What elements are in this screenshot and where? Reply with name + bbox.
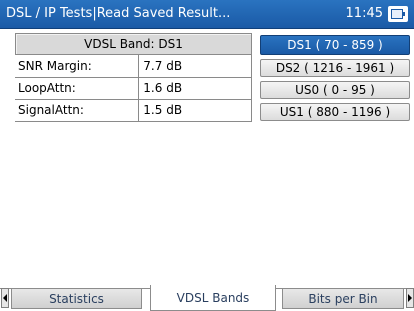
loop-attn-label: LoopAttn: (15, 77, 140, 100)
signal-attn-value: 1.5 dB (138, 99, 252, 122)
table-row: SignalAttn: 1.5 dB (15, 99, 252, 122)
battery-charging-icon (388, 6, 408, 22)
tab-statistics[interactable]: Statistics (11, 288, 142, 309)
band-button-us1[interactable]: US1 ( 880 - 1196 ) (260, 103, 410, 121)
clock: 11:45 (345, 6, 383, 21)
table-row: LoopAttn: 1.6 dB (15, 77, 252, 100)
scroll-right-icon[interactable] (406, 288, 414, 308)
loop-attn-value: 1.6 dB (138, 77, 252, 100)
band-selector: DS1 ( 70 - 859 ) DS2 ( 1216 - 1961 ) US0… (260, 35, 410, 125)
tab-bar: Statistics VDSL Bands Bits per Bin (0, 285, 414, 311)
band-button-ds2[interactable]: DS2 ( 1216 - 1961 ) (260, 59, 410, 77)
snr-margin-label: SNR Margin: (15, 55, 140, 78)
tab-vdsl-bands[interactable]: VDSL Bands (150, 285, 276, 311)
window-title: DSL / IP Tests|Read Saved Result... (6, 6, 231, 21)
table-row: SNR Margin: 7.7 dB (15, 55, 252, 78)
title-bar: DSL / IP Tests|Read Saved Result... 11:4… (0, 0, 414, 29)
band-header: VDSL Band: DS1 (15, 33, 252, 55)
tab-bits-per-bin[interactable]: Bits per Bin (282, 288, 404, 309)
signal-attn-label: SignalAttn: (15, 99, 140, 122)
snr-margin-value: 7.7 dB (138, 55, 252, 78)
results-panel: VDSL Band: DS1 SNR Margin: 7.7 dB LoopAt… (15, 33, 252, 122)
scroll-left-icon[interactable] (1, 288, 9, 308)
band-button-us0[interactable]: US0 ( 0 - 95 ) (260, 81, 410, 99)
band-button-ds1[interactable]: DS1 ( 70 - 859 ) (260, 35, 410, 55)
metrics-table: SNR Margin: 7.7 dB LoopAttn: 1.6 dB Sign… (15, 55, 252, 122)
